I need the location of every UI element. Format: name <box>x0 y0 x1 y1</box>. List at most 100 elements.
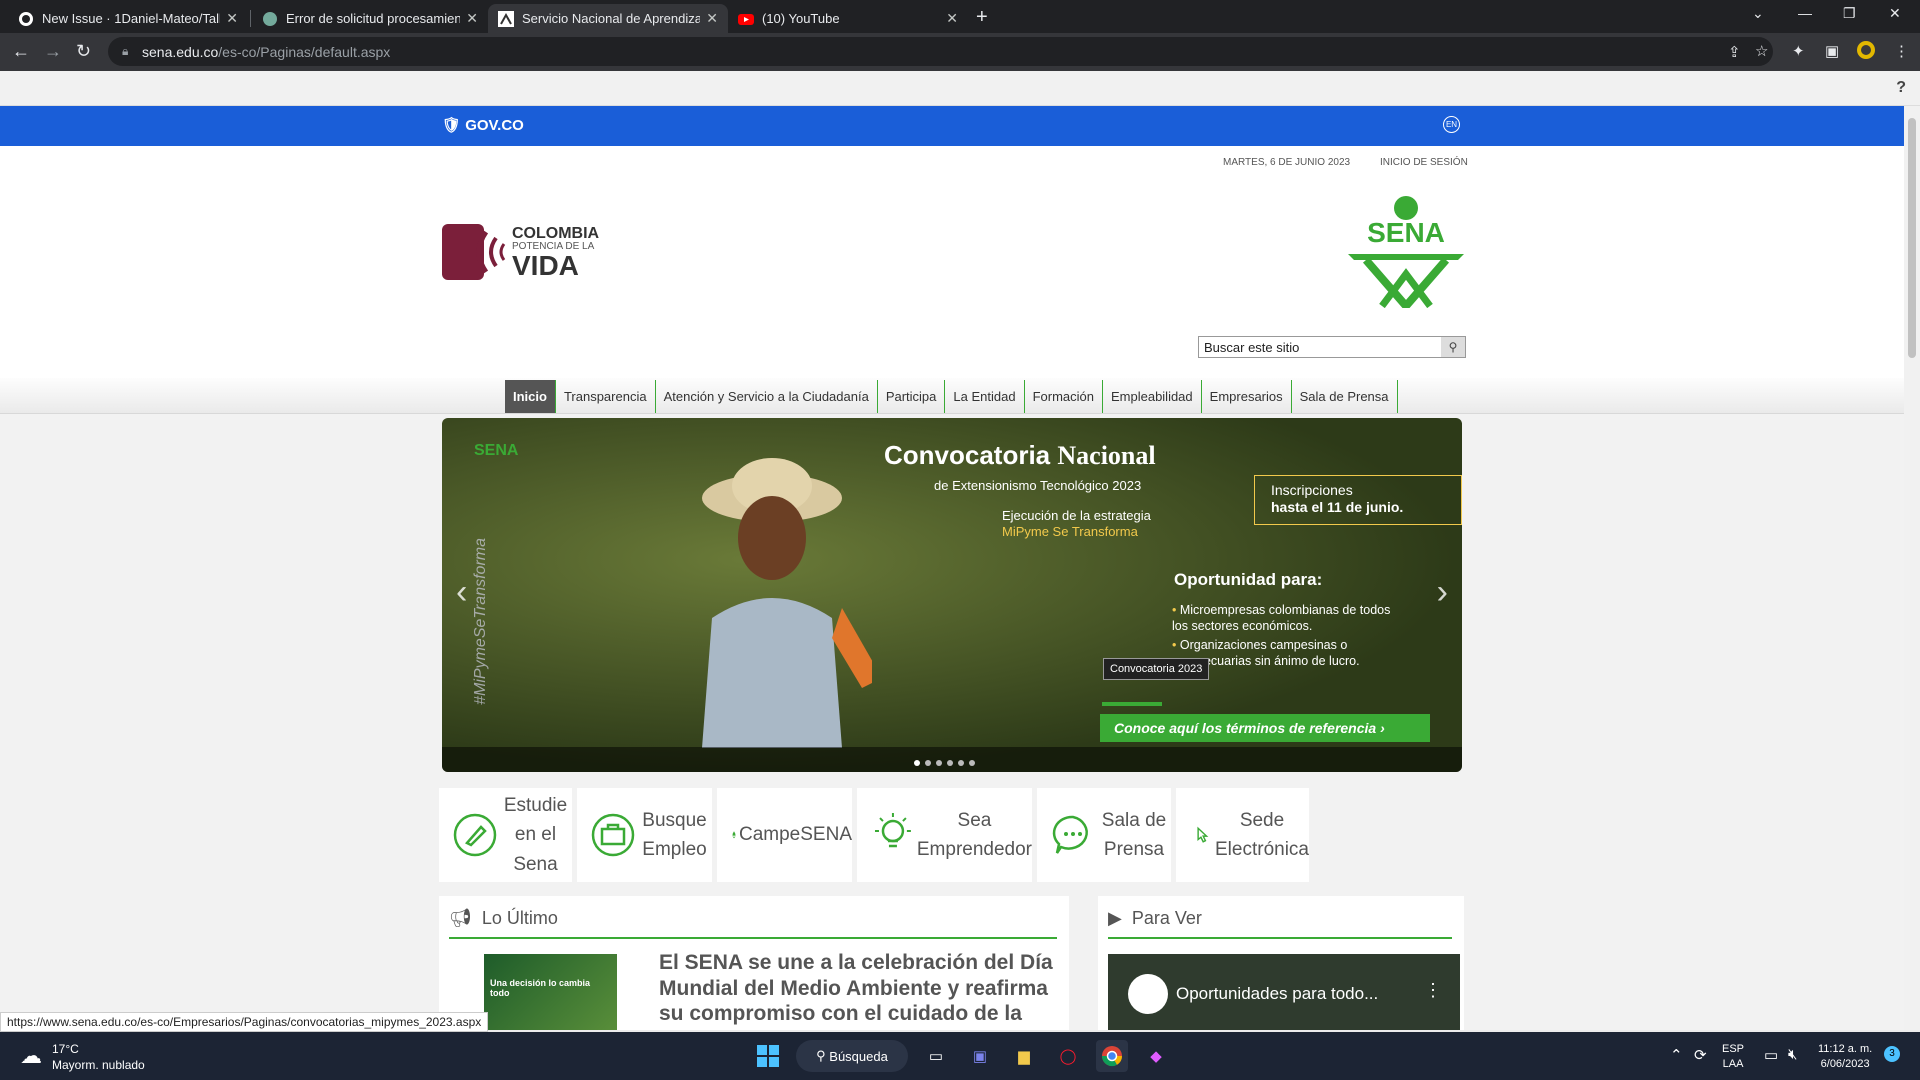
carousel-dot[interactable] <box>969 760 975 766</box>
star-icon[interactable]: ☆ <box>1755 42 1768 60</box>
file-explorer-icon[interactable]: ▆ <box>1008 1040 1040 1072</box>
weather-widget[interactable]: ☁︎ 17°C Mayorm. nublado <box>20 1042 145 1072</box>
lang-layout: LAA <box>1722 1057 1744 1070</box>
scroll-thumb[interactable] <box>1908 118 1916 358</box>
quick-link-card[interactable]: CampeSENA <box>717 788 852 882</box>
hero-cta-button[interactable]: Conoce aquí los términos de referencia › <box>1100 714 1430 742</box>
restore-icon[interactable]: ❐ <box>1843 5 1856 22</box>
language-indicator[interactable]: ESP LAA <box>1722 1042 1744 1072</box>
quick-link-label: Sede Electrónica <box>1215 809 1309 860</box>
carousel-dot[interactable] <box>958 760 964 766</box>
carousel-prev-icon[interactable]: ‹ <box>456 573 467 612</box>
video-menu-icon[interactable]: ⋮ <box>1424 980 1442 1001</box>
lock-icon[interactable]: 🔒︎ <box>122 44 128 59</box>
tab-github[interactable]: New Issue · 1Daniel-Mateo/Taller ✕ <box>8 4 248 33</box>
govco-link[interactable]: 🛡︎ GOV.CO <box>442 116 524 134</box>
lightbulb-icon <box>874 813 911 848</box>
hero-carousel[interactable]: SENA #MiPymeSeTransforma Convocatoria Na… <box>442 418 1462 772</box>
jetbrains-icon[interactable]: ◆ <box>1140 1040 1172 1072</box>
video-embed[interactable]: Oportunidades para todo... ⋮ <box>1108 954 1460 1030</box>
plant-icon <box>732 831 736 839</box>
tab-search-icon[interactable]: ⌄ <box>1752 5 1764 22</box>
sena-logo-icon[interactable]: SENA <box>1346 196 1466 308</box>
carousel-dot[interactable] <box>936 760 942 766</box>
taskbar-search[interactable]: ⚲ Búsqueda <box>796 1040 908 1072</box>
carousel-dot[interactable] <box>925 760 931 766</box>
opera-icon[interactable]: ◯ <box>1052 1040 1084 1072</box>
tab-youtube[interactable]: (10) YouTube ✕ <box>728 4 968 33</box>
language-en-button[interactable]: EN <box>1443 116 1460 133</box>
windows-taskbar: ☁︎ 17°C Mayorm. nublado ⚲ Búsqueda ▭ ▣ ▆… <box>0 1032 1920 1080</box>
sidepanel-icon[interactable]: ▣ <box>1825 42 1839 60</box>
quick-link-card[interactable]: Busque Empleo <box>577 788 712 882</box>
menu-icon[interactable]: ⋮ <box>1894 42 1909 60</box>
carousel-dot[interactable] <box>914 760 920 766</box>
page-scrollbar[interactable] <box>1904 106 1920 1030</box>
tab-chatgpt[interactable]: Error de solicitud procesamiento ✕ <box>252 4 488 33</box>
close-icon[interactable]: ✕ <box>706 10 718 27</box>
login-link[interactable]: INICIO DE SESIÓN <box>1380 157 1468 168</box>
close-icon[interactable]: ✕ <box>226 10 238 27</box>
tray-chevron-icon[interactable]: ⌃ <box>1670 1046 1683 1064</box>
minimize-icon[interactable]: — <box>1798 5 1812 21</box>
quick-link-card[interactable]: Sala de Prensa <box>1037 788 1171 882</box>
nav-item-sala-prensa[interactable]: Sala de Prensa <box>1292 380 1398 413</box>
hero-hashtag: #MiPymeSeTransforma <box>472 538 489 705</box>
teams-icon[interactable]: ▣ <box>964 1040 996 1072</box>
help-icon[interactable]: ? <box>1896 79 1906 97</box>
browser-tab-strip: New Issue · 1Daniel-Mateo/Taller ✕ Error… <box>0 0 1920 33</box>
share-icon[interactable]: ⇪ <box>1728 43 1741 61</box>
search-input[interactable] <box>1199 337 1439 357</box>
hero-tooltip: Convocatoria 2023 <box>1103 658 1210 680</box>
quick-link-card[interactable]: Estudie en el Sena <box>439 788 572 882</box>
carousel-dot[interactable] <box>947 760 953 766</box>
close-icon[interactable]: ✕ <box>466 10 478 27</box>
nav-item-empleabilidad[interactable]: Empleabilidad <box>1103 380 1202 413</box>
tab-sena[interactable]: Servicio Nacional de Aprendizaje ✕ <box>488 4 728 33</box>
watch-section: ▶︎ Para Ver Oportunidades para todo... ⋮ <box>1098 896 1464 1030</box>
close-icon[interactable]: ✕ <box>946 10 958 27</box>
clock[interactable]: 11:12 a. m. 6/06/2023 <box>1818 1042 1872 1072</box>
nav-item-empresarios[interactable]: Empresarios <box>1202 380 1292 413</box>
youtube-icon <box>738 11 754 27</box>
nav-item-entidad[interactable]: La Entidad <box>945 380 1025 413</box>
profile-avatar[interactable] <box>1856 40 1876 64</box>
windows-start-icon[interactable] <box>752 1040 784 1072</box>
latest-underline <box>449 937 1057 939</box>
weather-desc: Mayorm. nublado <box>52 1057 145 1072</box>
news-title-link[interactable]: El SENA se une a la celebración del Día … <box>659 950 1069 1030</box>
svg-text:SENA: SENA <box>1367 217 1445 248</box>
hero-exec: Ejecución de la estrategia MiPyme Se Tra… <box>1002 508 1151 539</box>
mute-icon[interactable]: 🔇︎ <box>1788 1046 1797 1063</box>
search-icon[interactable]: ⚲ <box>1441 337 1465 357</box>
extensions-icon[interactable]: ✦ <box>1792 42 1805 60</box>
close-window-icon[interactable]: ✕ <box>1889 5 1901 22</box>
nav-item-inicio[interactable]: Inicio <box>505 380 556 413</box>
quick-link-label: Sea Emprendedor <box>916 809 1032 860</box>
nav-item-atencion[interactable]: Atención y Servicio a la Ciudadanía <box>656 380 878 413</box>
quick-link-card[interactable]: Sea Emprendedor <box>857 788 1032 882</box>
url-path: /es-co/Paginas/default.aspx <box>218 44 391 60</box>
news-thumbnail[interactable]: Una decisión lo cambia todo <box>484 954 617 1030</box>
address-bar[interactable]: 🔒︎ sena.edu.co/es-co/Paginas/default.asp… <box>108 37 1773 66</box>
back-icon[interactable]: ← <box>12 41 30 62</box>
chrome-icon[interactable] <box>1096 1040 1128 1072</box>
hero-insc-line2: hasta el 11 de junio. <box>1271 498 1404 515</box>
sync-icon[interactable]: ⟳ <box>1694 1046 1707 1064</box>
notification-badge[interactable]: 3 <box>1884 1046 1900 1062</box>
task-view-icon[interactable]: ▭ <box>920 1040 952 1072</box>
carousel-next-icon[interactable]: › <box>1437 573 1448 612</box>
forward-icon[interactable]: → <box>44 41 62 62</box>
lang-code: ESP <box>1722 1043 1745 1055</box>
search-icon: ⚲ <box>816 1048 830 1063</box>
nav-item-transparencia[interactable]: Transparencia <box>556 380 656 413</box>
nav-item-participa[interactable]: Participa <box>878 380 946 413</box>
reload-icon[interactable]: ↻ <box>76 41 91 62</box>
new-tab-button[interactable]: + <box>976 6 988 29</box>
nav-item-formacion[interactable]: Formación <box>1025 380 1103 413</box>
quick-link-card[interactable]: Sede Electrónica <box>1176 788 1309 882</box>
watch-underline <box>1108 937 1452 939</box>
pointer-icon <box>1197 826 1209 843</box>
network-icon[interactable]: ▭ <box>1764 1046 1778 1064</box>
tab-title: (10) YouTube <box>762 11 840 26</box>
